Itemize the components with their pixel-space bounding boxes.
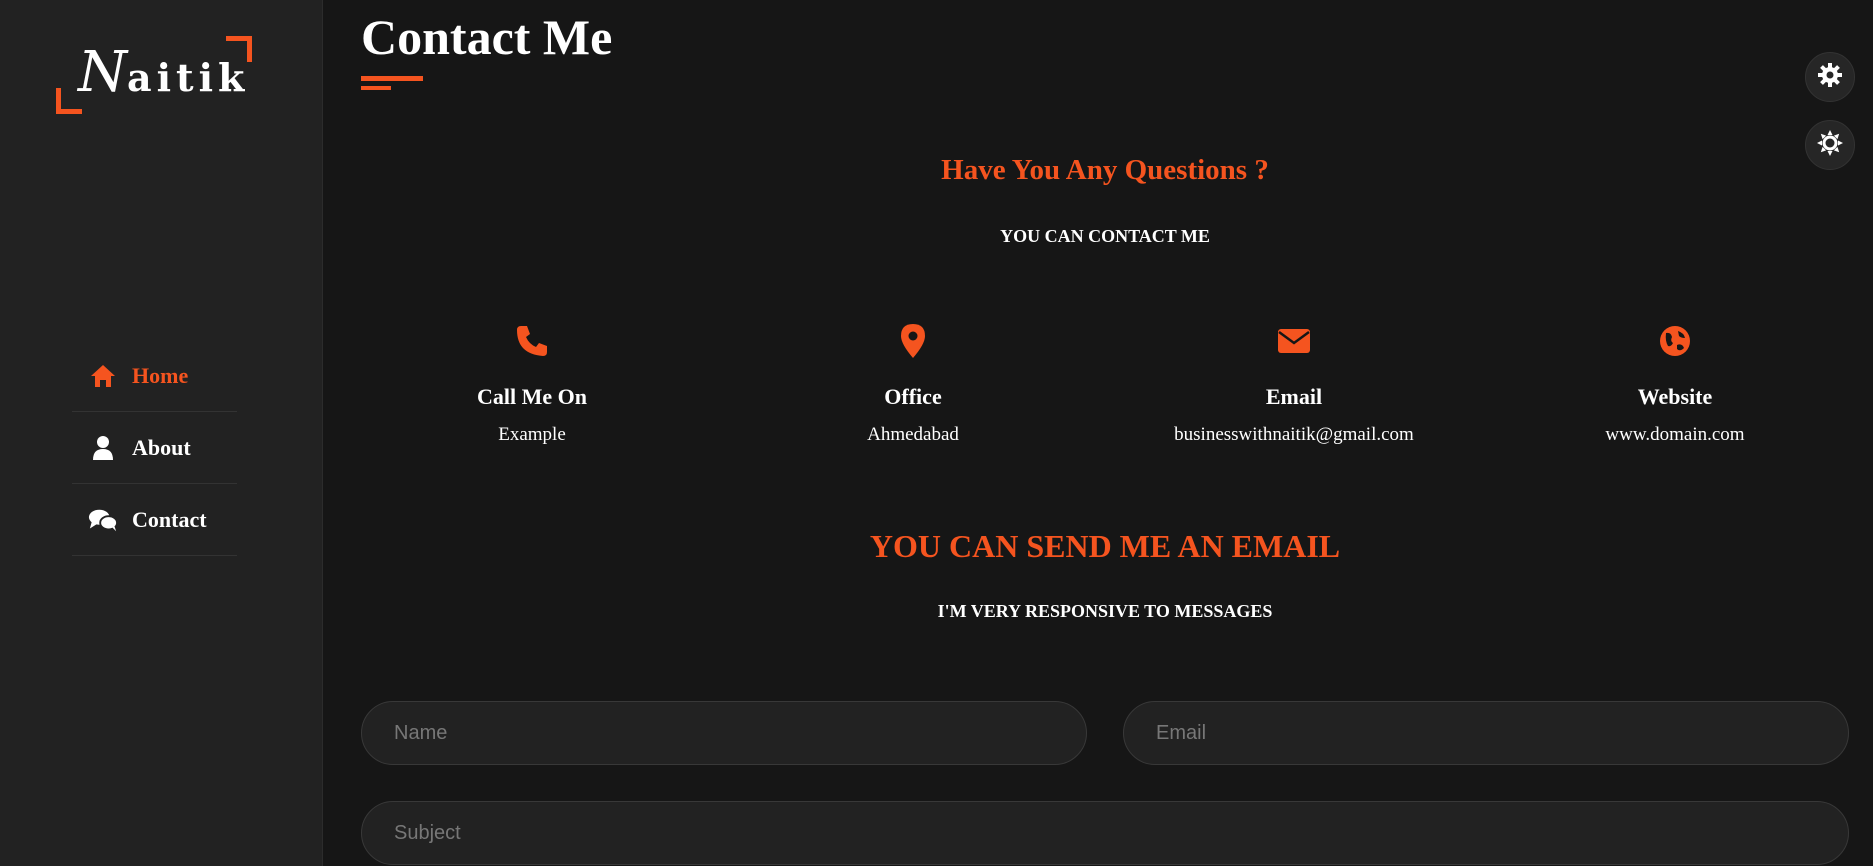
page-title: Contact Me (361, 9, 613, 65)
subject-input[interactable] (361, 801, 1849, 865)
user-icon (88, 433, 118, 463)
gear-icon (1817, 62, 1843, 93)
info-value: businesswithnaitik@gmail.com (1174, 424, 1414, 445)
envelope-icon (1144, 320, 1444, 362)
location-pin-icon (763, 320, 1063, 362)
info-value: Ahmedabad (867, 424, 959, 445)
sidebar-item-contact[interactable]: Contact (72, 484, 237, 556)
info-title: Office (884, 384, 942, 409)
settings-button[interactable] (1805, 52, 1855, 102)
info-card-email: Email businesswithnaitik@gmail.com (1144, 320, 1444, 446)
info-card-office: Office Ahmedabad (763, 320, 1063, 446)
sidebar-item-label: About (132, 434, 191, 460)
info-card-phone: Call Me On Example (382, 320, 682, 446)
logo-rest: aitik (127, 55, 250, 100)
logo[interactable]: Naitik (56, 36, 252, 114)
phone-icon (382, 320, 682, 362)
main-content: Contact Me Have You Any Questions ? YOU … (323, 0, 1873, 866)
sidebar: Naitik Home About Contact (0, 0, 323, 866)
logo-text: Naitik (78, 40, 249, 105)
questions-heading: Have You Any Questions ? (941, 154, 1269, 186)
home-icon (88, 361, 118, 391)
sidebar-item-label: Home (132, 362, 189, 388)
sidebar-item-home[interactable]: Home (72, 340, 237, 412)
send-email-heading: YOU CAN SEND ME AN EMAIL (869, 528, 1341, 564)
email-input[interactable] (1123, 701, 1849, 765)
info-title: Website (1637, 384, 1713, 409)
info-title: Email (1265, 384, 1323, 409)
info-value: Example (498, 424, 566, 445)
send-email-subheading: I'M VERY RESPONSIVE TO MESSAGES (937, 601, 1273, 621)
name-input[interactable] (361, 701, 1087, 765)
info-card-website: Website www.domain.com (1525, 320, 1825, 446)
logo-initial: N (78, 40, 127, 105)
sidebar-nav: Home About Contact (72, 340, 237, 556)
info-value[interactable]: www.domain.com (1525, 424, 1825, 446)
sidebar-item-about[interactable]: About (72, 412, 237, 484)
questions-subheading: YOU CAN CONTACT ME (1000, 226, 1210, 246)
globe-icon (1525, 320, 1825, 362)
comments-icon (88, 505, 118, 535)
title-underline (361, 76, 423, 81)
sidebar-item-label: Contact (132, 506, 207, 532)
title-underline-short (361, 86, 391, 90)
info-title: Call Me On (477, 384, 587, 409)
